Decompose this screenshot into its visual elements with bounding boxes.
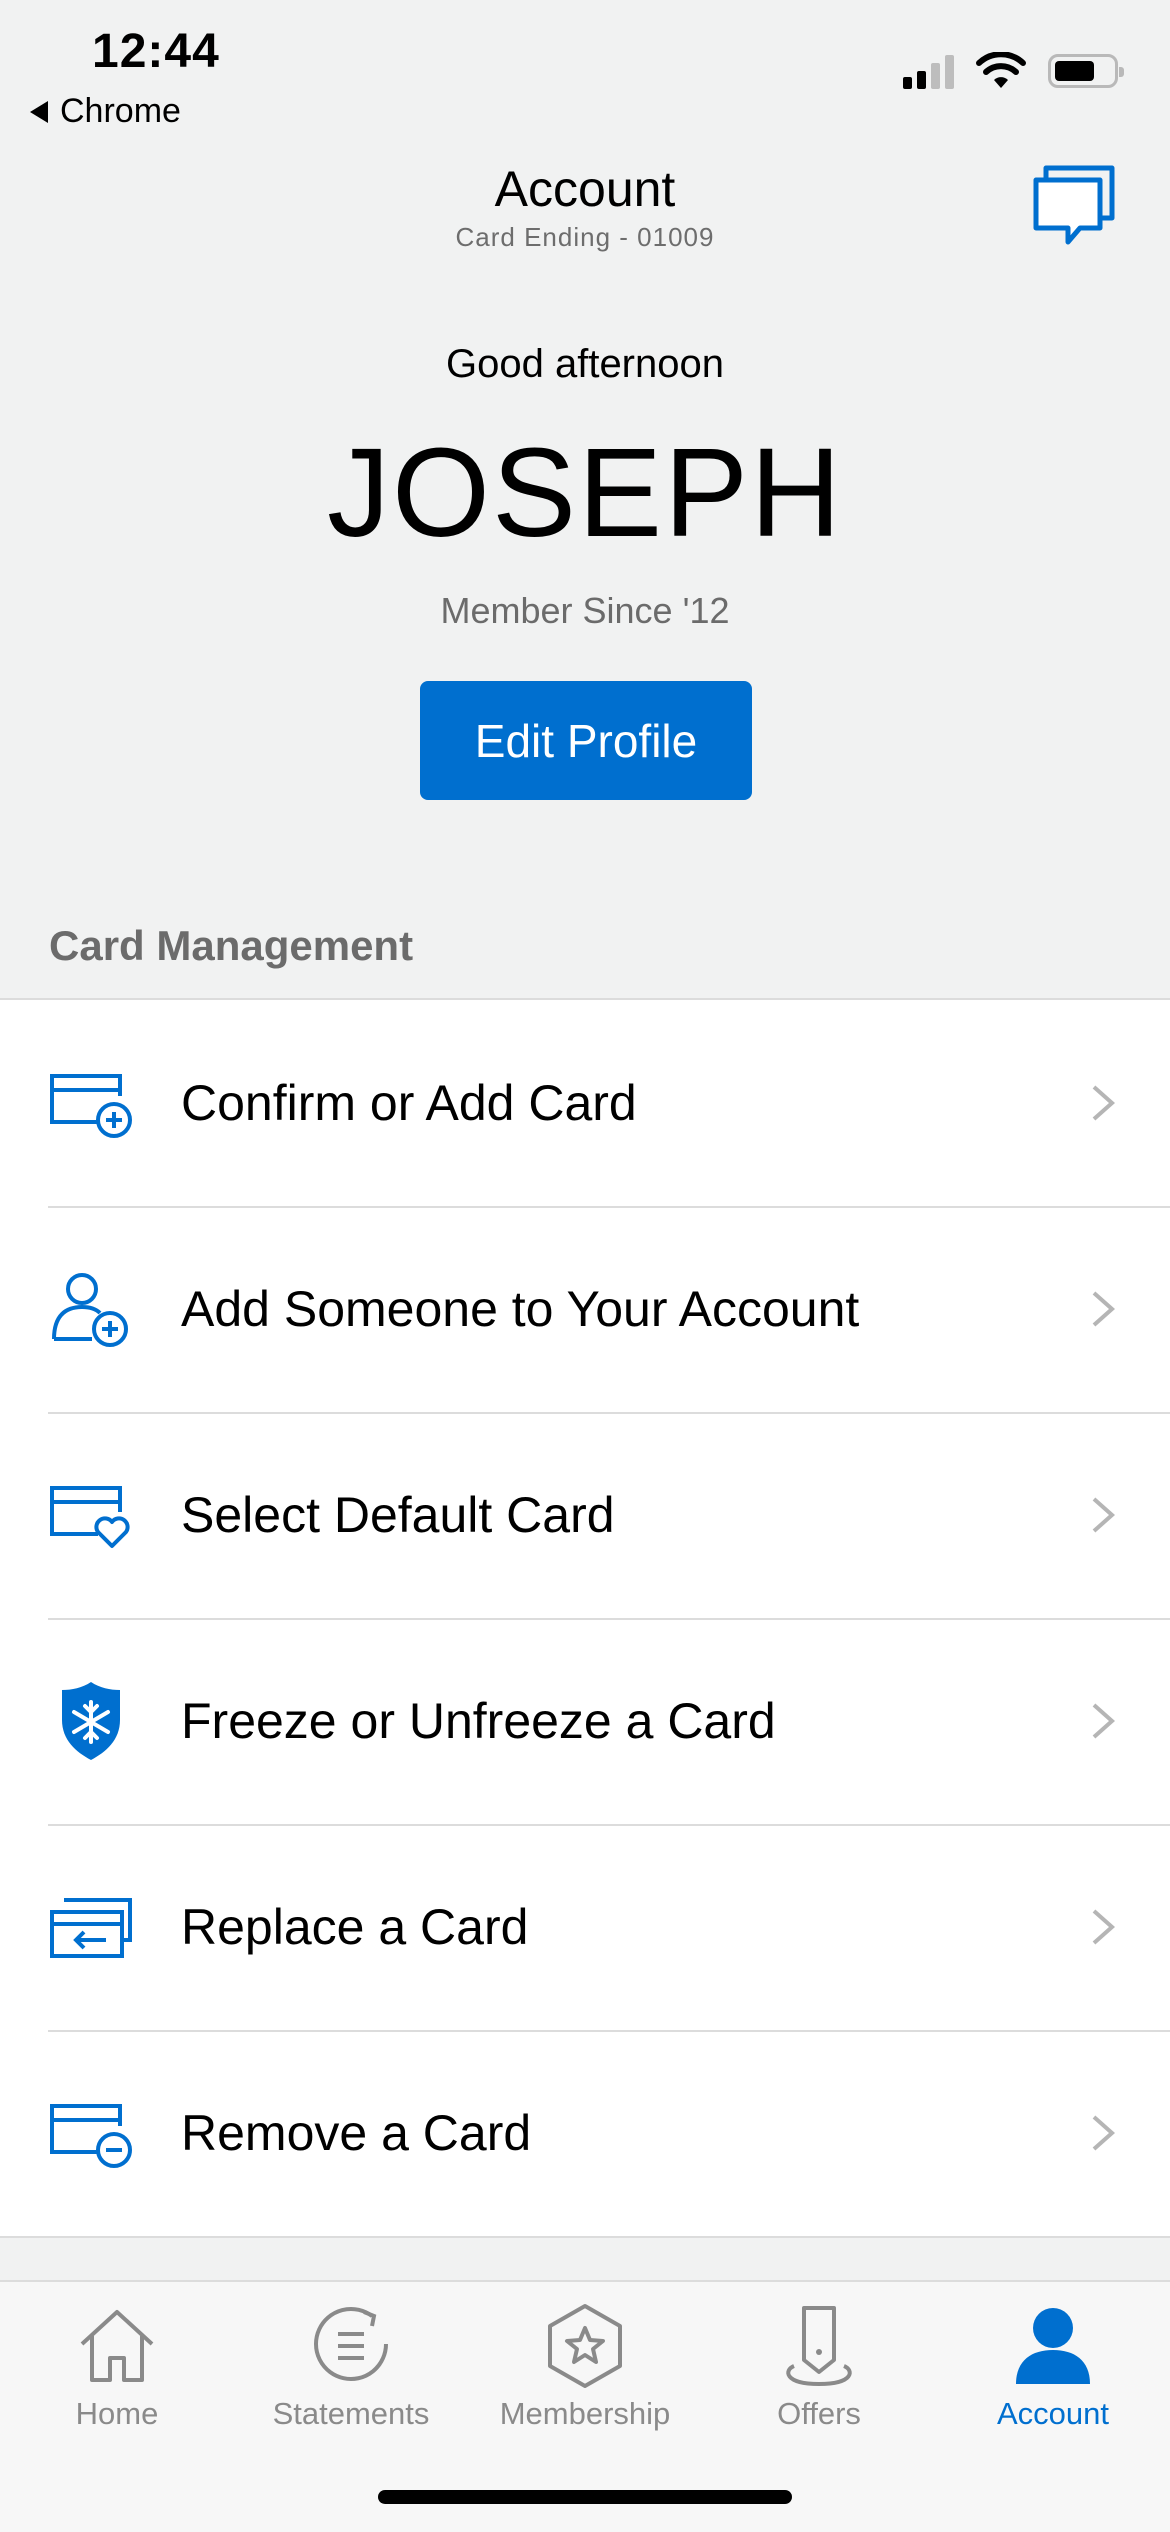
chat-button[interactable] bbox=[1030, 162, 1120, 252]
signal-icon bbox=[903, 53, 954, 89]
chevron-right-icon bbox=[1092, 1291, 1116, 1327]
tab-account[interactable]: Account bbox=[936, 2300, 1170, 2432]
person-icon bbox=[1016, 2308, 1090, 2384]
wifi-icon bbox=[976, 52, 1026, 88]
card-management-list: Confirm or Add Card Add Someone to Your … bbox=[0, 998, 1170, 2238]
member-since: Member Since '12 bbox=[440, 590, 730, 631]
tab-membership[interactable]: Membership bbox=[468, 2300, 702, 2432]
card-heart-icon bbox=[46, 1475, 136, 1555]
list-item-add-someone[interactable]: Add Someone to Your Account bbox=[0, 1206, 1170, 1412]
list-item-remove-card[interactable]: Remove a Card bbox=[0, 2030, 1170, 2236]
status-bar: 12:44 Chrome bbox=[0, 0, 1170, 140]
back-arrow-icon bbox=[30, 100, 48, 123]
edit-profile-button[interactable]: Edit Profile bbox=[420, 681, 752, 800]
chevron-right-icon bbox=[1092, 1497, 1116, 1533]
offers-tag-icon bbox=[786, 2306, 852, 2387]
list-item-freeze-card[interactable]: Freeze or Unfreeze a Card bbox=[0, 1618, 1170, 1824]
tab-label: Statements bbox=[272, 2396, 430, 2431]
list-item-confirm-add-card[interactable]: Confirm or Add Card bbox=[0, 1000, 1170, 1206]
list-item-replace-card[interactable]: Replace a Card bbox=[0, 1824, 1170, 2030]
tab-label: Membership bbox=[499, 2396, 671, 2431]
page-title: Account bbox=[494, 161, 676, 217]
battery-icon bbox=[1048, 54, 1124, 88]
card-replace-icon bbox=[46, 1887, 136, 1967]
back-to-app-link[interactable]: Chrome bbox=[30, 92, 181, 131]
list-item-label: Add Someone to Your Account bbox=[181, 1281, 860, 1337]
greeting-text: Good afternoon bbox=[446, 342, 724, 386]
chevron-right-icon bbox=[1092, 1909, 1116, 1945]
card-remove-icon bbox=[46, 2093, 136, 2173]
member-name: JOSEPH bbox=[326, 422, 844, 563]
tab-offers[interactable]: Offers bbox=[702, 2300, 936, 2432]
chat-bubbles-icon bbox=[1033, 165, 1115, 245]
card-add-icon bbox=[46, 1063, 136, 1143]
status-time: 12:44 bbox=[92, 25, 220, 78]
tab-label: Offers bbox=[777, 2396, 861, 2431]
person-add-icon bbox=[46, 1269, 136, 1349]
section-title: Card Management bbox=[49, 922, 414, 969]
chevron-right-icon bbox=[1092, 1085, 1116, 1121]
tab-label: Home bbox=[75, 2396, 159, 2431]
snowflake-shield-icon bbox=[46, 1681, 136, 1761]
list-item-label: Confirm or Add Card bbox=[181, 1075, 637, 1131]
back-app-label: Chrome bbox=[60, 92, 181, 130]
status-icons bbox=[903, 52, 1124, 90]
card-ending-subtitle: Card Ending - 01009 bbox=[455, 222, 715, 252]
tab-label: Account bbox=[996, 2396, 1109, 2431]
list-item-label: Select Default Card bbox=[181, 1487, 615, 1543]
home-icon bbox=[80, 2310, 154, 2382]
membership-star-icon bbox=[548, 2304, 622, 2388]
statements-icon bbox=[314, 2307, 388, 2381]
home-indicator[interactable] bbox=[378, 2490, 792, 2504]
list-item-label: Freeze or Unfreeze a Card bbox=[181, 1693, 776, 1749]
tab-statements[interactable]: Statements bbox=[234, 2300, 468, 2432]
list-item-label: Remove a Card bbox=[181, 2105, 532, 2161]
list-item-label: Replace a Card bbox=[181, 1899, 529, 1955]
chevron-right-icon bbox=[1092, 1703, 1116, 1739]
tab-home[interactable]: Home bbox=[0, 2300, 234, 2432]
chevron-right-icon bbox=[1092, 2115, 1116, 2151]
list-item-select-default-card[interactable]: Select Default Card bbox=[0, 1412, 1170, 1618]
